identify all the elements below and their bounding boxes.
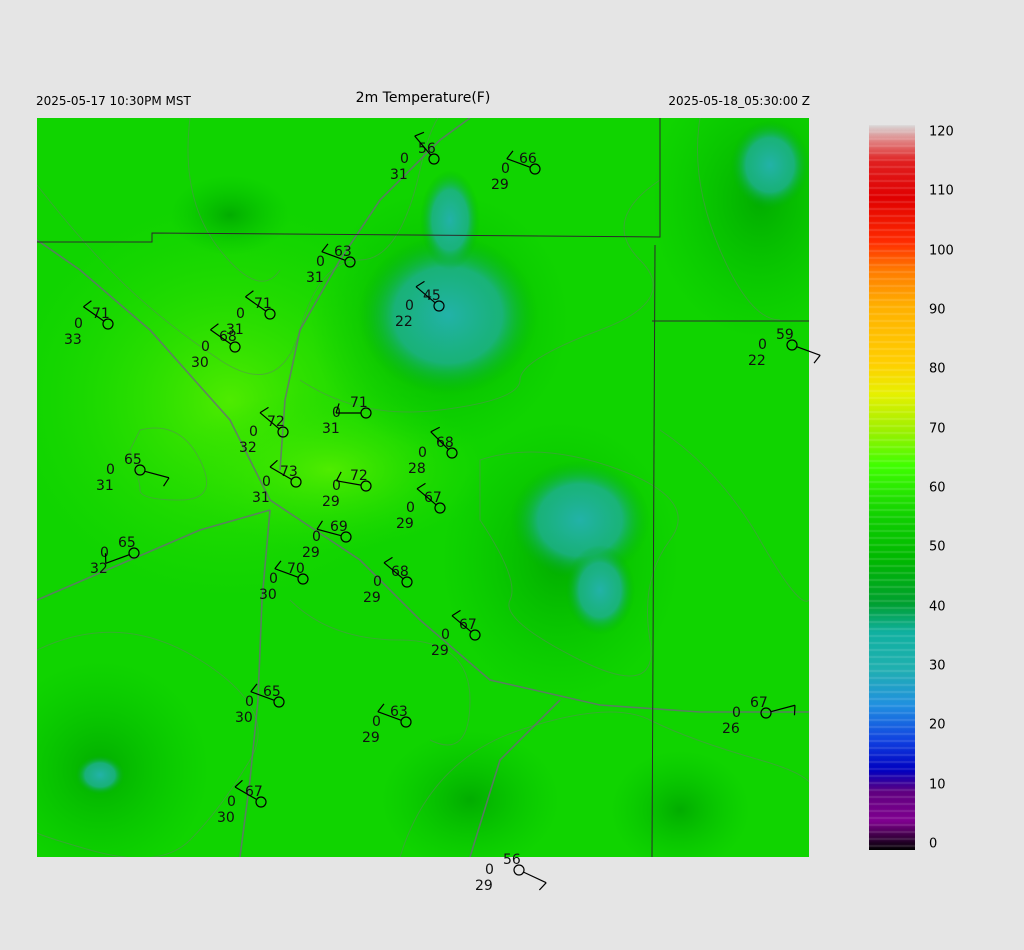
station-dewpoint: 31 — [96, 478, 114, 494]
station-precip: 0 — [501, 161, 510, 177]
station-dewpoint: 31 — [252, 490, 270, 506]
station-precip: 0 — [249, 424, 258, 440]
wind-barb-feather — [793, 705, 796, 716]
station-dewpoint: 30 — [217, 810, 235, 826]
station-precip: 0 — [106, 462, 115, 478]
wind-barb-feather — [538, 882, 547, 891]
station-precip: 0 — [372, 714, 381, 730]
colorbar-tick-label: 30 — [929, 658, 946, 674]
colorbar-tick-label: 40 — [929, 599, 946, 615]
station-precip: 0 — [418, 445, 427, 461]
wind-barb-feather — [813, 354, 821, 364]
colorbar-tick-label: 60 — [929, 480, 946, 496]
station-dewpoint: 31 — [306, 270, 324, 286]
station-dewpoint: 33 — [64, 332, 82, 348]
station-dewpoint: 29 — [363, 590, 381, 606]
station-dewpoint: 30 — [191, 355, 209, 371]
station-dewpoint: 22 — [395, 314, 413, 330]
station-dewpoint: 29 — [431, 643, 449, 659]
station-dewpoint: 30 — [259, 587, 277, 603]
colorbar-tick-label: 50 — [929, 539, 946, 555]
station-dewpoint: 26 — [722, 721, 740, 737]
station-precip: 0 — [758, 337, 767, 353]
colorbar-tick-label: 100 — [929, 243, 954, 259]
station-precip: 0 — [262, 474, 271, 490]
station-dewpoint: 31 — [390, 167, 408, 183]
station-precip: 0 — [400, 151, 409, 167]
colorbar-tick-label: 90 — [929, 302, 946, 318]
station-precip: 0 — [316, 254, 325, 270]
colorbar-tick-label: 110 — [929, 183, 954, 199]
station-dewpoint: 29 — [322, 494, 340, 510]
colorbar-tick-label: 10 — [929, 777, 946, 793]
colorbar-tick-label: 70 — [929, 421, 946, 437]
station-dewpoint: 30 — [235, 710, 253, 726]
station-precip: 0 — [74, 316, 83, 332]
station-precip: 0 — [201, 339, 210, 355]
station-precip: 0 — [227, 794, 236, 810]
colorbar-tick-label: 120 — [929, 124, 954, 140]
station-precip: 0 — [100, 545, 109, 561]
station-precip: 0 — [405, 298, 414, 314]
map-field — [37, 118, 809, 857]
station-dewpoint: 32 — [90, 561, 108, 577]
station-precip: 0 — [373, 574, 382, 590]
station-precip: 0 — [406, 500, 415, 516]
station-precip: 0 — [485, 862, 494, 878]
temperature-colorbar — [869, 125, 915, 850]
colorbar-tick-label: 0 — [929, 836, 938, 852]
colorbar-tick-label: 80 — [929, 361, 946, 377]
station-dewpoint: 29 — [362, 730, 380, 746]
station-precip: 0 — [236, 306, 245, 322]
station-dewpoint: 29 — [491, 177, 509, 193]
colorbar-tick-label: 20 — [929, 717, 946, 733]
station-dewpoint: 22 — [748, 353, 766, 369]
station-precip: 0 — [245, 694, 254, 710]
station-precip: 0 — [269, 571, 278, 587]
station-dewpoint: 29 — [396, 516, 414, 532]
station-dewpoint: 29 — [475, 878, 493, 894]
wind-barb — [523, 871, 547, 884]
station-dewpoint: 28 — [408, 461, 426, 477]
station-precip: 0 — [441, 627, 450, 643]
station-dewpoint: 32 — [239, 440, 257, 456]
station-precip: 0 — [732, 705, 741, 721]
station-dewpoint: 29 — [302, 545, 320, 561]
station-precip: 0 — [312, 529, 321, 545]
station-plot: 56029 — [475, 852, 547, 894]
station-dewpoint: 31 — [322, 421, 340, 437]
